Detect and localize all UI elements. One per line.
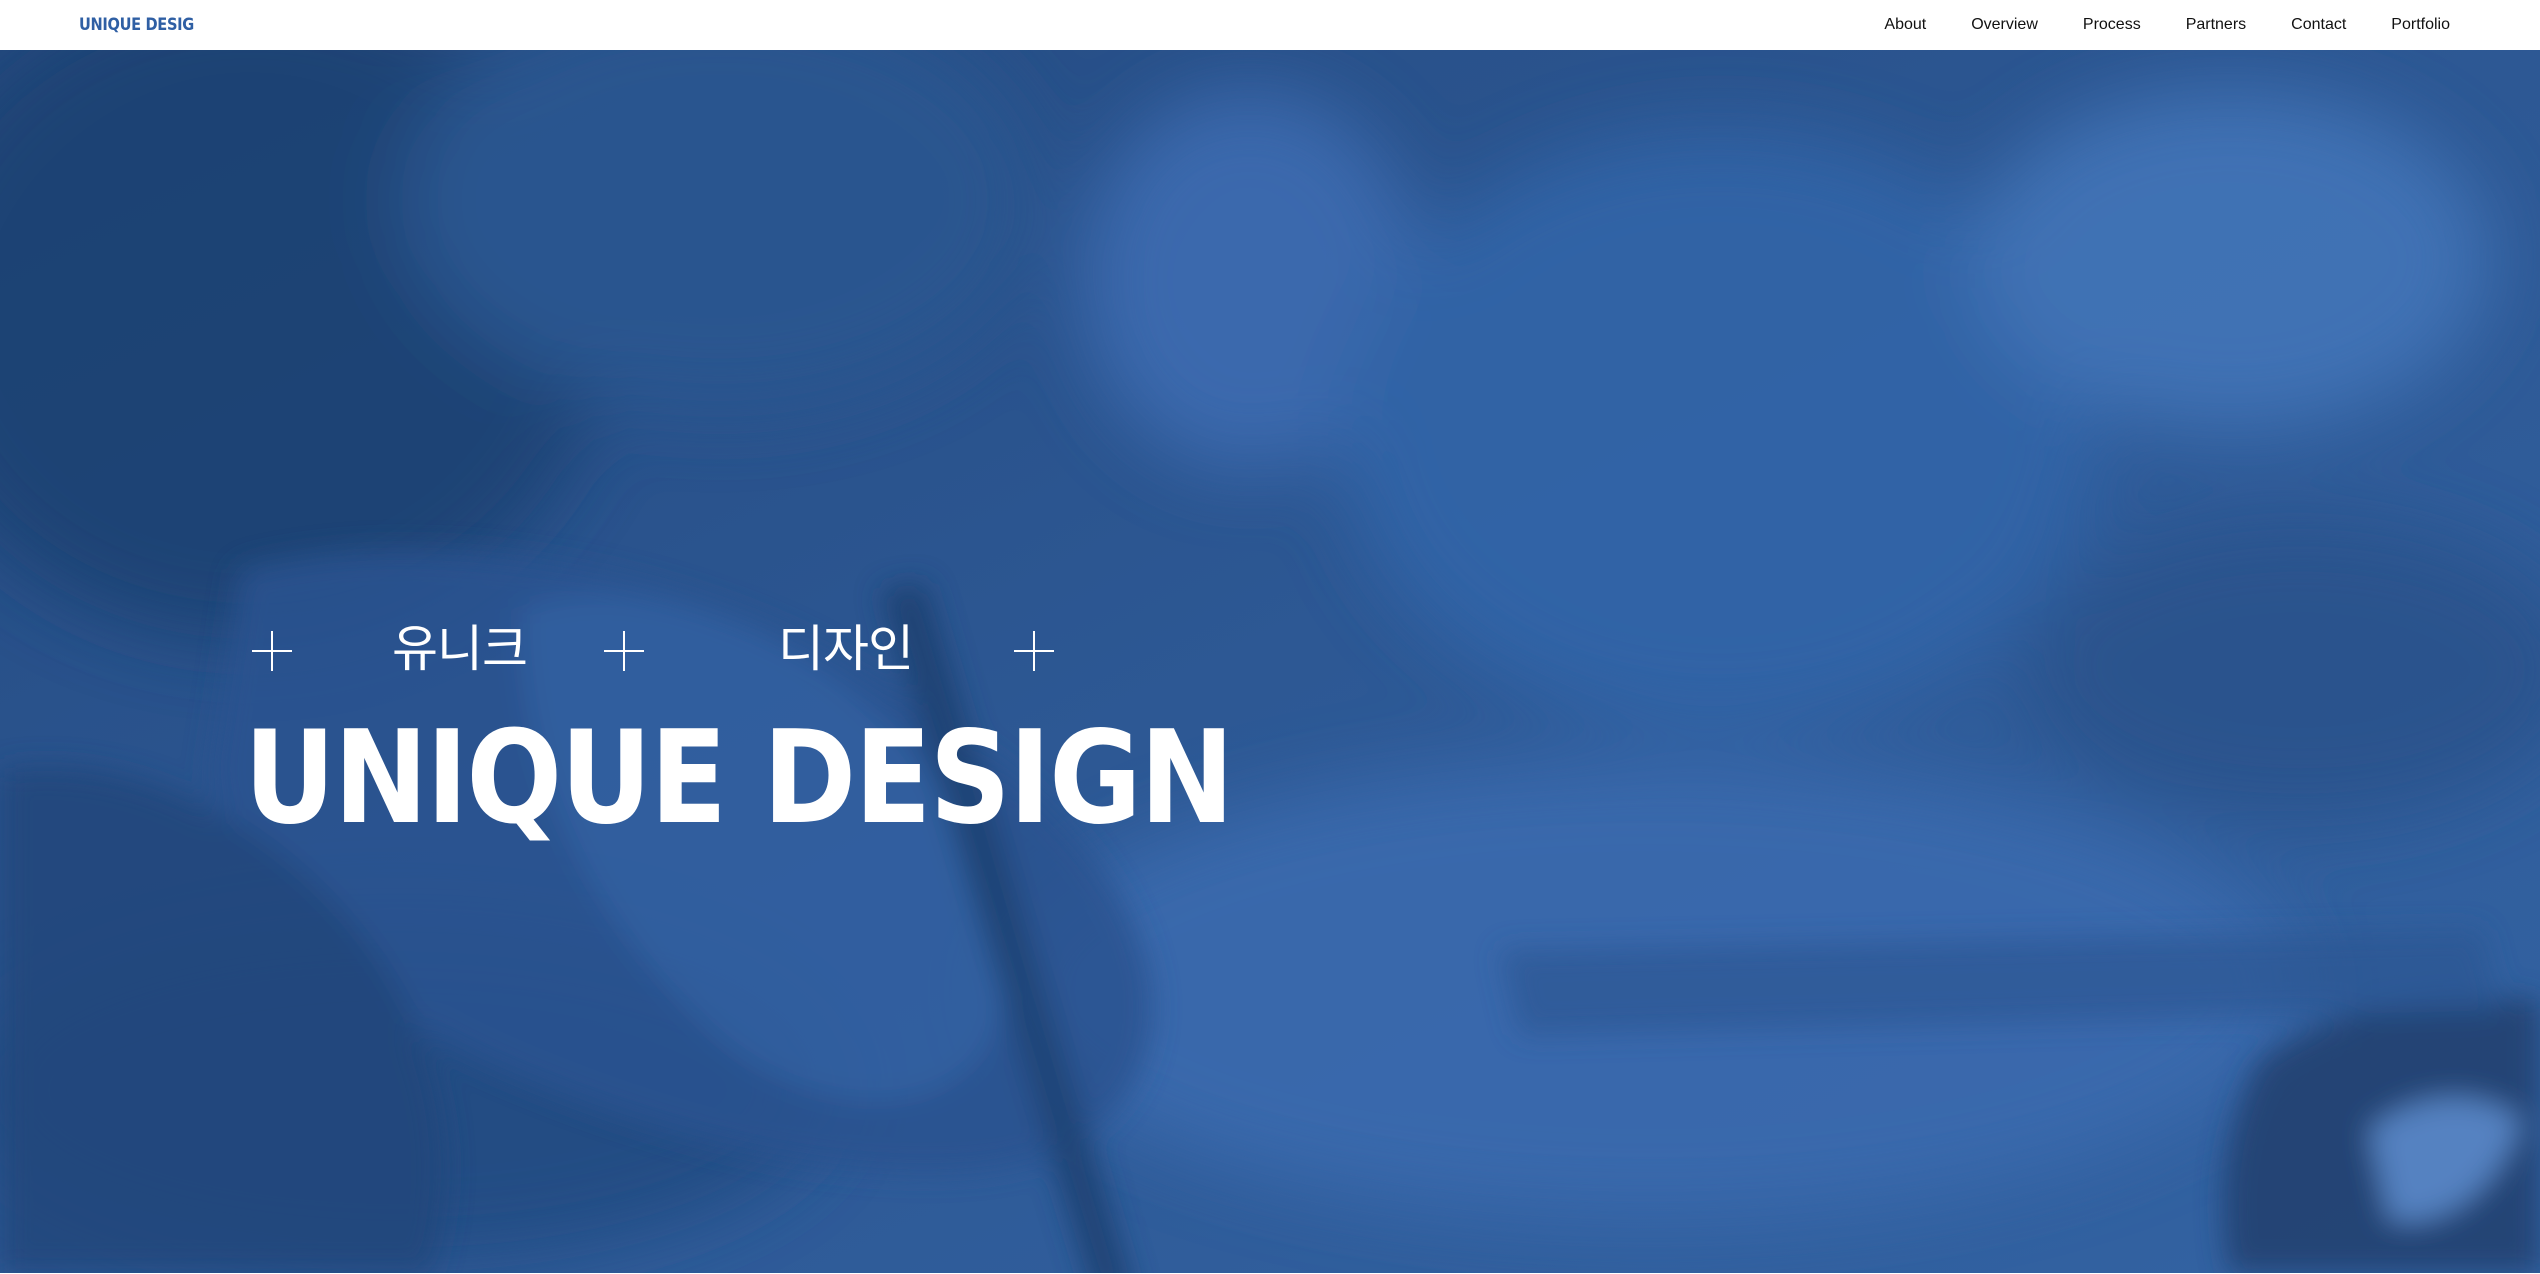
korean-word-design: 디자인 (778, 620, 914, 678)
brand-logo[interactable]: UNIQUE DESIG (79, 15, 194, 35)
nav-contact-link[interactable]: Contact (2291, 16, 2346, 34)
top-navigation-bar: UNIQUE DESIG About Overview Process Part… (0, 0, 2540, 50)
hero-headline: UNIQUE DESIGN (244, 704, 1234, 853)
nav-portfolio-link[interactable]: Portfolio (2391, 16, 2450, 34)
korean-word-unique: 유니크 (392, 620, 528, 678)
nav-about-link[interactable]: About (1884, 16, 1926, 34)
plus-icon (252, 631, 292, 671)
plus-icon (604, 631, 644, 671)
nav-partners-link[interactable]: Partners (2186, 16, 2246, 34)
hero-banner: 유니크 디자인 UNIQUE DESIGN (0, 50, 2540, 1273)
plus-icon (1014, 631, 1054, 671)
main-nav: About Overview Process Partners Contact … (1839, 16, 2450, 34)
nav-overview-link[interactable]: Overview (1971, 16, 2038, 34)
hero-subtitle: 유니크 디자인 (250, 607, 1070, 678)
nav-process-link[interactable]: Process (2083, 16, 2141, 34)
